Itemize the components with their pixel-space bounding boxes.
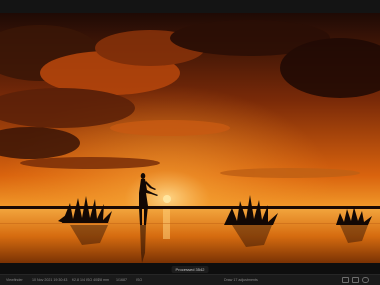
grid-view-icon[interactable] — [352, 277, 359, 283]
status-view-mode[interactable]: Viewfinder — [6, 278, 23, 282]
status-exposure: f/2.8 1/4 ISO 400 — [72, 278, 100, 282]
status-date: 10 Nov 2021 19:30:43 — [32, 278, 68, 282]
status-iso: ISO — [136, 278, 143, 282]
photo-viewer-window: Processed 3542 Viewfinder 10 Nov 2021 19… — [0, 0, 380, 285]
processed-badge: Processed 3542 — [171, 266, 209, 273]
status-focal-length: 28 mm — [98, 278, 109, 282]
title-bar — [0, 0, 380, 13]
sun — [163, 195, 171, 203]
fullscreen-icon[interactable] — [362, 277, 369, 283]
status-adjustments: Draw 17 adjustments — [224, 278, 258, 282]
compare-icon[interactable] — [342, 277, 349, 283]
status-shutter: 1/1687 — [116, 278, 127, 282]
status-bar: Viewfinder 10 Nov 2021 19:30:43 f/2.8 1/… — [0, 274, 380, 285]
sunset-photo — [0, 13, 380, 263]
photo-canvas[interactable] — [0, 13, 380, 263]
